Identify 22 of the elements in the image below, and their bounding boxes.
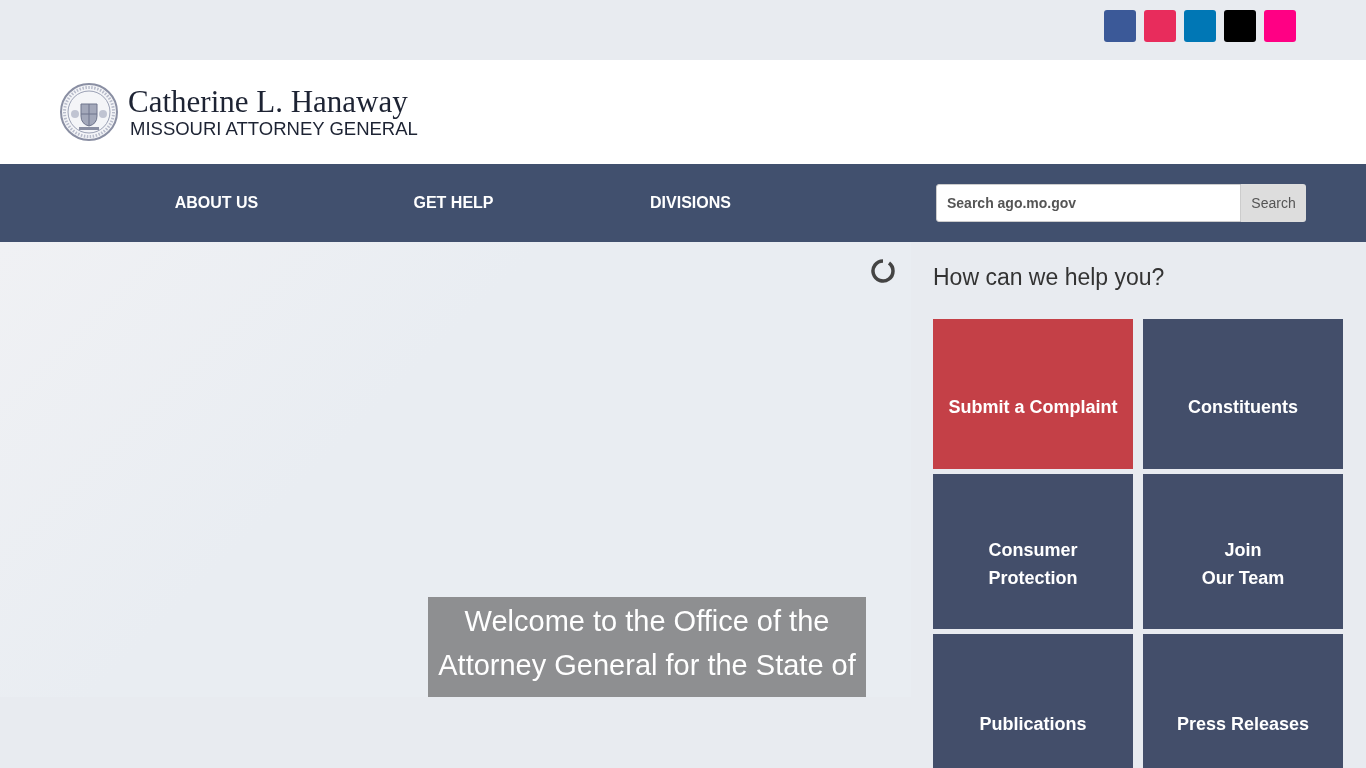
help-tile[interactable]: Publications: [933, 634, 1133, 768]
help-tile[interactable]: Join Our Team: [1143, 474, 1343, 629]
social-link[interactable]: [1184, 10, 1216, 42]
search-button[interactable]: Search: [1241, 184, 1306, 222]
help-tile[interactable]: Constituents: [1143, 319, 1343, 469]
social-link[interactable]: [1144, 10, 1176, 42]
help-heading: How can we help you?: [933, 264, 1166, 291]
social-link[interactable]: [1264, 10, 1296, 42]
nav-link[interactable]: GET HELP: [335, 194, 572, 212]
search-field[interactable]: Search ago.mo.gov: [936, 184, 1241, 222]
site-subtitle: MISSOURI ATTORNEY GENERAL: [130, 119, 418, 139]
social-link[interactable]: [1224, 10, 1256, 42]
help-tile[interactable]: Press Releases: [1143, 634, 1343, 768]
nav-link[interactable]: DIVISIONS: [572, 194, 809, 212]
help-tile[interactable]: Consumer Protection: [933, 474, 1133, 629]
loading-spinner-icon: [869, 258, 895, 284]
seal-drawing: [59, 82, 119, 142]
help-tile[interactable]: Submit a Complaint: [933, 319, 1133, 469]
welcome-caption: Welcome to the Office of the Attorney General for the State of: [428, 597, 866, 697]
social-link[interactable]: [1104, 10, 1136, 42]
nav-link[interactable]: ABOUT US: [98, 194, 335, 212]
site-title: Catherine L. Hanaway: [128, 85, 409, 119]
